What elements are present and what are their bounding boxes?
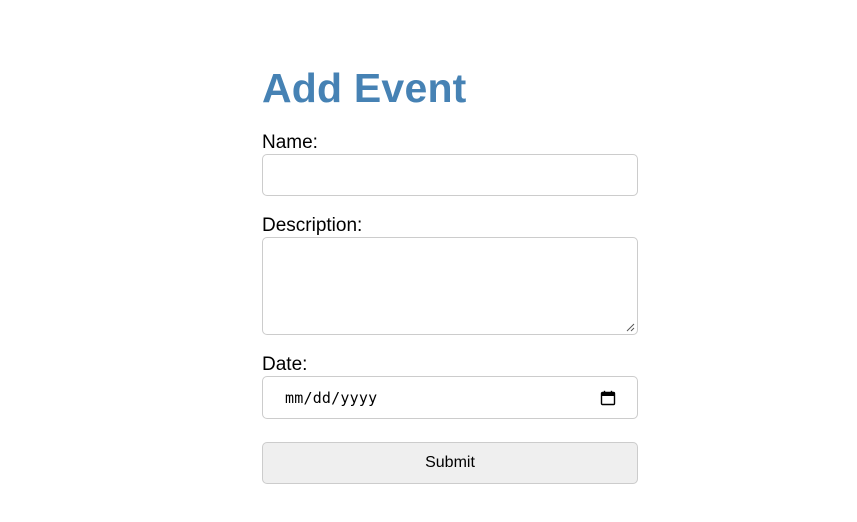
page-title: Add Event xyxy=(262,65,467,111)
description-label: Description: xyxy=(262,215,363,236)
name-group: Name: xyxy=(262,132,638,196)
date-label: Date: xyxy=(262,354,308,375)
date-group: Date: mm/dd/yyyy xyxy=(262,354,638,419)
submit-button[interactable]: Submit xyxy=(262,442,638,484)
name-label: Name: xyxy=(262,132,318,153)
date-placeholder: mm/dd/yyyy xyxy=(285,388,378,407)
calendar-icon[interactable] xyxy=(600,390,616,406)
description-wrapper xyxy=(262,237,638,335)
description-group: Description: xyxy=(262,215,638,335)
date-input[interactable]: mm/dd/yyyy xyxy=(262,376,638,419)
name-input[interactable] xyxy=(262,154,638,196)
add-event-form: Add Event Name: Description: Date: mm/dd… xyxy=(262,64,638,484)
description-textarea[interactable] xyxy=(262,237,638,335)
